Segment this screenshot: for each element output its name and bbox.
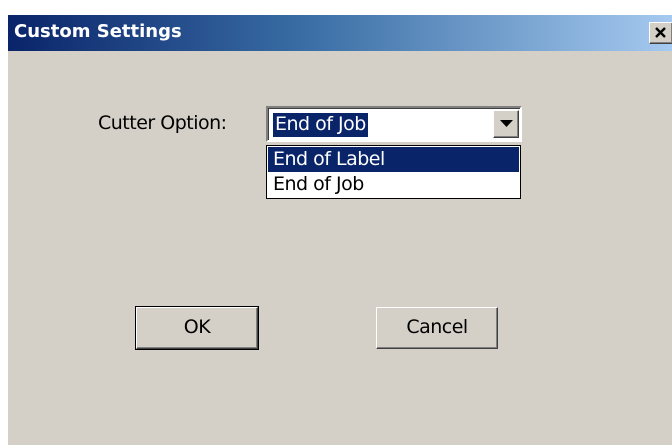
window-title: Custom Settings — [14, 21, 182, 42]
dropdown-option-end-of-job[interactable]: End of Job — [268, 172, 519, 197]
custom-settings-dialog: Custom Settings Cutter Option: End of Jo… — [7, 14, 672, 445]
cancel-button[interactable]: Cancel — [376, 307, 498, 349]
dropdown-option-end-of-label[interactable]: End of Label — [268, 147, 519, 172]
close-button[interactable] — [649, 22, 672, 44]
title-bar[interactable]: Custom Settings — [8, 15, 672, 51]
cutter-option-value: End of Job — [272, 112, 369, 138]
cutter-option-dropdown-list: End of Label End of Job — [266, 145, 521, 199]
chevron-down-icon — [500, 120, 513, 127]
dropdown-arrow-button[interactable] — [493, 110, 519, 138]
cutter-option-label: Cutter Option: — [98, 112, 227, 134]
cutter-option-select[interactable]: End of Job — [266, 106, 522, 142]
close-icon — [655, 27, 666, 38]
ok-button[interactable]: OK — [135, 306, 259, 350]
